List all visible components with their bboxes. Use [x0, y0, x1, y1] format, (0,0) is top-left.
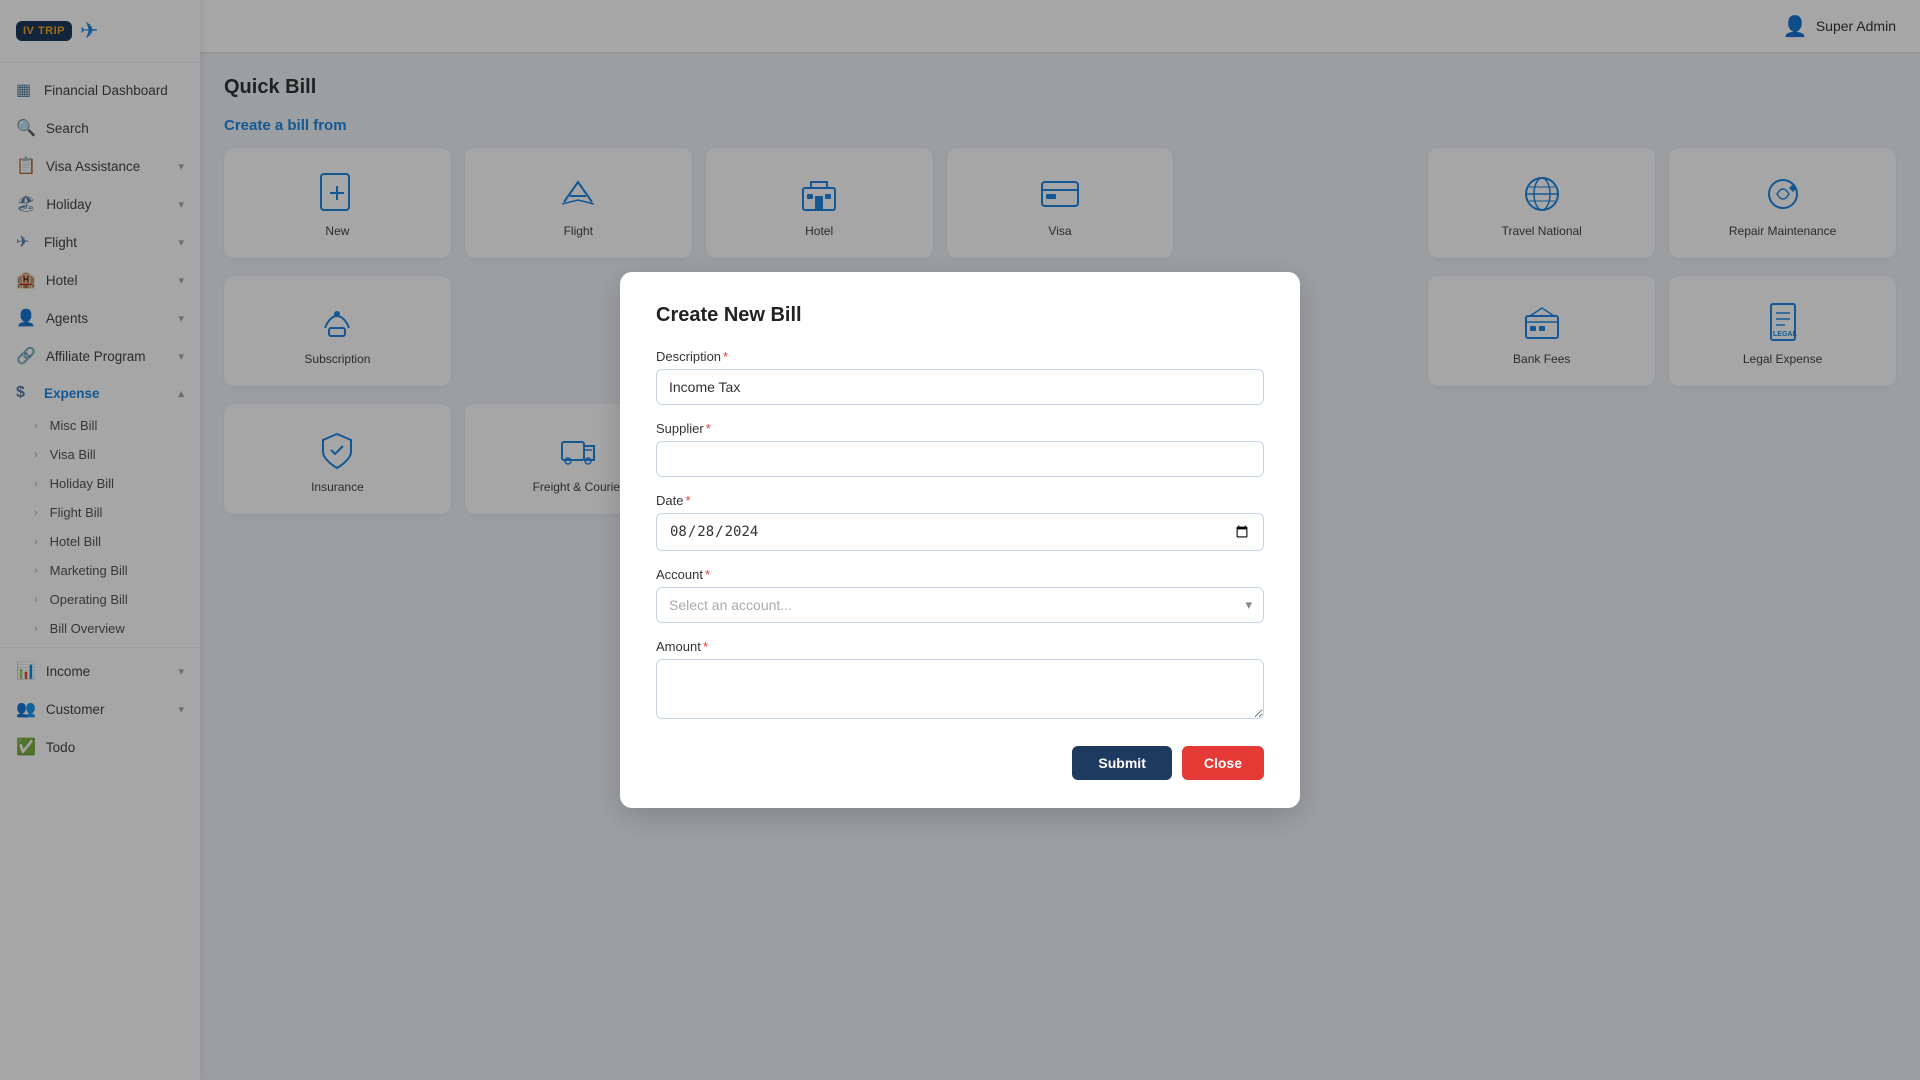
- description-label: Description*: [656, 349, 1264, 364]
- supplier-input[interactable]: [656, 441, 1264, 477]
- submit-button[interactable]: Submit: [1072, 746, 1171, 780]
- account-field-group: Account* Select an account... ▾: [656, 567, 1264, 623]
- amount-field-group: Amount*: [656, 639, 1264, 724]
- close-button[interactable]: Close: [1182, 746, 1264, 780]
- amount-input[interactable]: [656, 659, 1264, 719]
- date-field-group: Date*: [656, 493, 1264, 551]
- amount-label: Amount*: [656, 639, 1264, 654]
- date-label: Date*: [656, 493, 1264, 508]
- account-select[interactable]: Select an account...: [656, 587, 1264, 623]
- account-label: Account*: [656, 567, 1264, 582]
- create-bill-modal: Create New Bill Description* Supplier* D…: [620, 272, 1300, 808]
- account-select-wrapper: Select an account... ▾: [656, 587, 1264, 623]
- description-input[interactable]: [656, 369, 1264, 405]
- modal-title: Create New Bill: [656, 304, 1264, 327]
- modal-actions: Submit Close: [656, 746, 1264, 780]
- supplier-label: Supplier*: [656, 421, 1264, 436]
- supplier-field-group: Supplier*: [656, 421, 1264, 477]
- date-input[interactable]: [656, 513, 1264, 551]
- modal-overlay[interactable]: Create New Bill Description* Supplier* D…: [0, 0, 1920, 1080]
- description-field-group: Description*: [656, 349, 1264, 405]
